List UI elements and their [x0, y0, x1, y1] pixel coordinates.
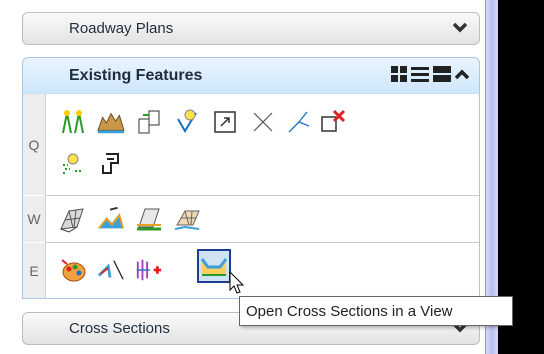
profile-create-icon[interactable]	[97, 205, 125, 233]
tooltip: Open Cross Sections in a View	[239, 296, 513, 326]
row-divider	[45, 242, 479, 243]
surface-drape-icon[interactable]	[135, 205, 163, 233]
row-key-w: W	[23, 196, 46, 242]
grid-view-icon[interactable]	[391, 66, 407, 87]
survey-points-icon[interactable]	[59, 108, 87, 136]
chevron-down-icon[interactable]	[452, 21, 468, 38]
large-view-icon[interactable]	[433, 66, 451, 87]
panel-existing-features-header[interactable]: Existing Features	[22, 57, 480, 93]
copy-element-icon[interactable]	[135, 108, 163, 136]
panel-title: Existing Features	[69, 66, 203, 84]
mesh-color-icon[interactable]	[173, 205, 201, 233]
panel-title: Roadway Plans	[69, 20, 174, 37]
intersect-icon[interactable]	[249, 108, 277, 136]
cross-section-line-icon[interactable]	[97, 256, 125, 284]
style-palette-icon[interactable]	[59, 256, 87, 284]
element-info-icon[interactable]	[173, 108, 201, 136]
chevron-up-icon[interactable]	[454, 68, 470, 86]
row-divider	[45, 195, 479, 196]
open-cross-sections-icon[interactable]	[197, 249, 231, 283]
fit-view-icon[interactable]	[211, 108, 239, 136]
add-cross-sections-icon[interactable]	[135, 256, 163, 284]
panel-title: Cross Sections	[69, 320, 170, 337]
row-key-q: Q	[23, 94, 46, 195]
label-placement-icon[interactable]	[97, 150, 125, 178]
panel-existing-features-body: Q W E	[22, 93, 480, 299]
terrain-model-icon[interactable]	[97, 108, 125, 136]
list-view-icon[interactable]	[411, 66, 429, 87]
point-cloud-icon[interactable]	[59, 150, 87, 178]
mesh-terrain-icon[interactable]	[59, 205, 87, 233]
panel-roadway-plans[interactable]: Roadway Plans	[22, 12, 480, 45]
tooltip-text: Open Cross Sections in a View	[246, 302, 453, 320]
row-key-e: E	[23, 243, 46, 298]
tool-palette-window: Roadway Plans Existing Features Q W E Cr…	[0, 0, 544, 354]
delete-element-icon[interactable]	[319, 108, 347, 136]
corner-icon[interactable]	[285, 108, 313, 136]
